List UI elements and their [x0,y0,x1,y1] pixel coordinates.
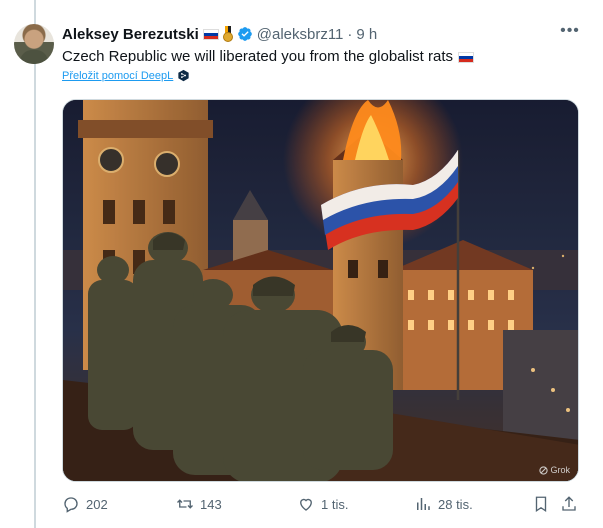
share-icon [562,496,576,511]
reply-button[interactable]: 202 [62,495,108,513]
tweet-header: Aleksey Berezutski @aleksbrz11 · 9 h [62,24,377,44]
translate-link[interactable]: Přeložit pomocí DeepL [62,69,190,82]
tweet-actions: 202 143 1 tis. 28 tis. [62,495,579,515]
tweet-text: Czech Republic we will liberated you fro… [62,47,475,67]
avatar[interactable] [14,24,54,64]
bookmark-icon [535,496,547,513]
tweet-timestamp[interactable]: 9 h [356,26,377,43]
more-options-icon[interactable]: ••• [560,22,580,42]
grok-watermark-label: Grok [550,465,570,475]
like-button[interactable]: 1 tis. [297,495,348,513]
thread-line [34,0,36,528]
translate-link-label[interactable]: Přeložit pomocí DeepL [62,70,173,82]
avatar-shoulders [20,50,48,64]
verified-badge-icon[interactable] [237,26,253,42]
repost-button[interactable]: 143 [176,495,222,513]
deepl-icon [178,69,189,82]
share-button[interactable] [560,495,578,513]
reply-icon [64,497,78,513]
repost-count: 143 [200,496,222,512]
tweet-text-content: Czech Republic we will liberated you fro… [62,48,454,65]
grok-watermark: Grok [539,465,570,475]
separator-dot: · [347,25,353,43]
russian-flag-icon [202,28,219,40]
author-name[interactable]: Aleksey Berezutski [62,26,199,43]
author-handle[interactable]: @aleksbrz11 [257,26,344,43]
like-count: 1 tis. [321,496,349,512]
ai-generated-scene-image [63,100,578,481]
views-count: 28 tis. [438,496,473,512]
grok-logo-icon [539,465,549,475]
views-button[interactable]: 28 tis. [414,495,473,513]
heart-icon [300,498,312,511]
bookmark-button[interactable] [532,495,550,513]
medal-icon [222,26,233,42]
russian-flag-icon [458,51,475,63]
tweet-image[interactable]: Grok [62,99,579,482]
repost-icon [177,499,193,509]
views-icon [417,498,430,510]
reply-count: 202 [86,496,108,512]
